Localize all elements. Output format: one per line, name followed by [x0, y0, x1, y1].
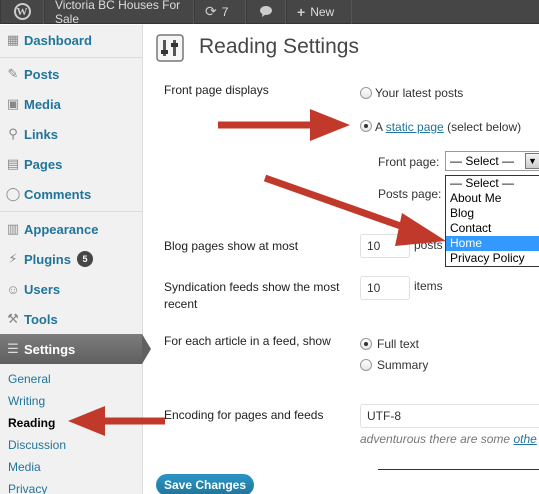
static-page-link[interactable]: static page [386, 120, 444, 134]
sidebar-item-posts[interactable]: ✎ Posts [0, 59, 142, 89]
sidebar-item-pages[interactable]: ▤ Pages [0, 149, 142, 179]
updates-link[interactable]: ⟳ 7 [194, 0, 246, 24]
sidebar-item-dashboard[interactable]: ▦ Dashboard [0, 25, 142, 55]
plugin-icon: ⚡ [8, 251, 18, 266]
posts-page-select-label: Posts page: [378, 187, 442, 201]
radio-summary[interactable] [360, 359, 372, 371]
dropdown-option[interactable]: — Select — [446, 176, 539, 191]
admin-sidebar: ▦ Dashboard ✎ Posts ▣ Media ⚲ Links ▤ Pages ◯… [0, 25, 151, 494]
updates-count: 7 [221, 4, 229, 19]
submenu-writing[interactable]: Writing [8, 394, 45, 408]
radio-latest-posts[interactable] [360, 87, 372, 99]
media-icon: ▣ [6, 96, 20, 111]
link-icon: ⚲ [8, 126, 18, 141]
submenu-discussion[interactable]: Discussion [8, 438, 66, 452]
front-page-select-label: Front page: [378, 155, 440, 169]
sidebar-item-appearance[interactable]: ▥ Appearance [0, 214, 142, 244]
front-page-select[interactable]: — Select — ▼ [445, 151, 539, 171]
settings-sliders-icon [156, 34, 184, 62]
sidebar-item-users[interactable]: ☺ Users [0, 274, 142, 304]
sidebar-separator [0, 211, 142, 212]
radio-static-page-label: A static page (select below) [375, 120, 522, 134]
radio-static-page[interactable] [360, 120, 372, 132]
sidebar-item-links[interactable]: ⚲ Links [0, 119, 142, 149]
encoding-label: Encoding for pages and feeds [164, 408, 324, 422]
settings-icon: ☰ [7, 341, 19, 356]
save-changes-button[interactable]: Save Changes [156, 474, 254, 494]
page-title: Reading Settings [199, 35, 359, 58]
radio-summary-label: Summary [377, 358, 429, 372]
sidebar-item-tools[interactable]: ⚒ Tools [0, 304, 142, 334]
sidebar-item-plugins[interactable]: ⚡ Plugins 5 [0, 244, 142, 274]
dropdown-option[interactable]: Contact [446, 221, 539, 236]
sidebar-item-settings[interactable]: ☰ Settings [0, 334, 151, 364]
front-page-dropdown-list: — Select — About Me Blog Contact Home Pr… [445, 175, 539, 267]
blog-pages-label: Blog pages show at most [164, 239, 299, 253]
syndication-label: Syndication feeds show the most recent [164, 280, 340, 311]
dashboard-icon: ▦ [6, 32, 20, 47]
comment-icon: ◯ [5, 186, 21, 201]
plus-icon: + [297, 3, 306, 20]
radio-full-text[interactable] [360, 338, 372, 350]
refresh-icon: ⟳ [205, 3, 217, 19]
wordpress-icon: W [13, 3, 31, 20]
submenu-media[interactable]: Media [8, 460, 41, 474]
dropdown-option[interactable]: Blog [446, 206, 539, 221]
submenu-general[interactable]: General [8, 372, 51, 386]
comments-link[interactable] [246, 0, 286, 24]
dropdown-option[interactable]: Privacy Policy [446, 251, 539, 266]
dropdown-option[interactable]: About Me [446, 191, 539, 206]
feed-article-label: For each article in a feed, show [164, 334, 331, 348]
tools-icon: ⚒ [7, 311, 19, 326]
wordpress-logo-menu[interactable]: W [0, 0, 44, 24]
arrow-to-static-page-head [310, 109, 350, 141]
radio-full-text-label: Full text [377, 337, 420, 351]
pin-icon: ✎ [7, 66, 19, 81]
encoding-note-link[interactable]: othe [513, 432, 536, 446]
sidebar-item-comments[interactable]: ◯ Comments [0, 179, 142, 209]
chevron-down-icon: ▼ [525, 153, 539, 169]
radio-latest-posts-label: Your latest posts [375, 86, 464, 100]
pages-icon: ▤ [6, 156, 20, 171]
encoding-input[interactable] [360, 404, 539, 428]
blog-pages-input[interactable] [360, 234, 410, 258]
users-icon: ☺ [6, 281, 20, 297]
new-content-link[interactable]: + New [286, 0, 352, 24]
syndication-unit: items [414, 279, 443, 293]
current-menu-arrow [142, 334, 151, 364]
sidebar-item-media[interactable]: ▣ Media [0, 89, 142, 119]
syndication-input[interactable] [360, 276, 410, 300]
site-name-link[interactable]: Victoria BC Houses For Sale [44, 0, 194, 26]
sidebar-separator [0, 57, 142, 58]
admin-bar: W Victoria BC Houses For Sale ⟳ 7 + New [0, 0, 539, 26]
appearance-icon: ▥ [6, 221, 20, 236]
site-name-label: Victoria BC Houses For Sale [55, 0, 181, 26]
plugins-update-badge: 5 [76, 251, 93, 267]
blog-pages-unit: posts [414, 238, 443, 252]
front-page-displays-label: Front page displays [164, 83, 269, 97]
front-page-selected-value: — Select — [450, 154, 515, 168]
dropdown-option-highlighted[interactable]: Home [446, 236, 539, 251]
divider-line [378, 469, 539, 470]
new-label: New [310, 4, 335, 19]
encoding-note: adventurous there are some othe [360, 432, 537, 446]
speech-bubble-icon [260, 6, 272, 17]
submenu-reading[interactable]: Reading [8, 416, 55, 430]
submenu-privacy[interactable]: Privacy [8, 482, 47, 494]
arrow-to-home-option [263, 174, 414, 234]
